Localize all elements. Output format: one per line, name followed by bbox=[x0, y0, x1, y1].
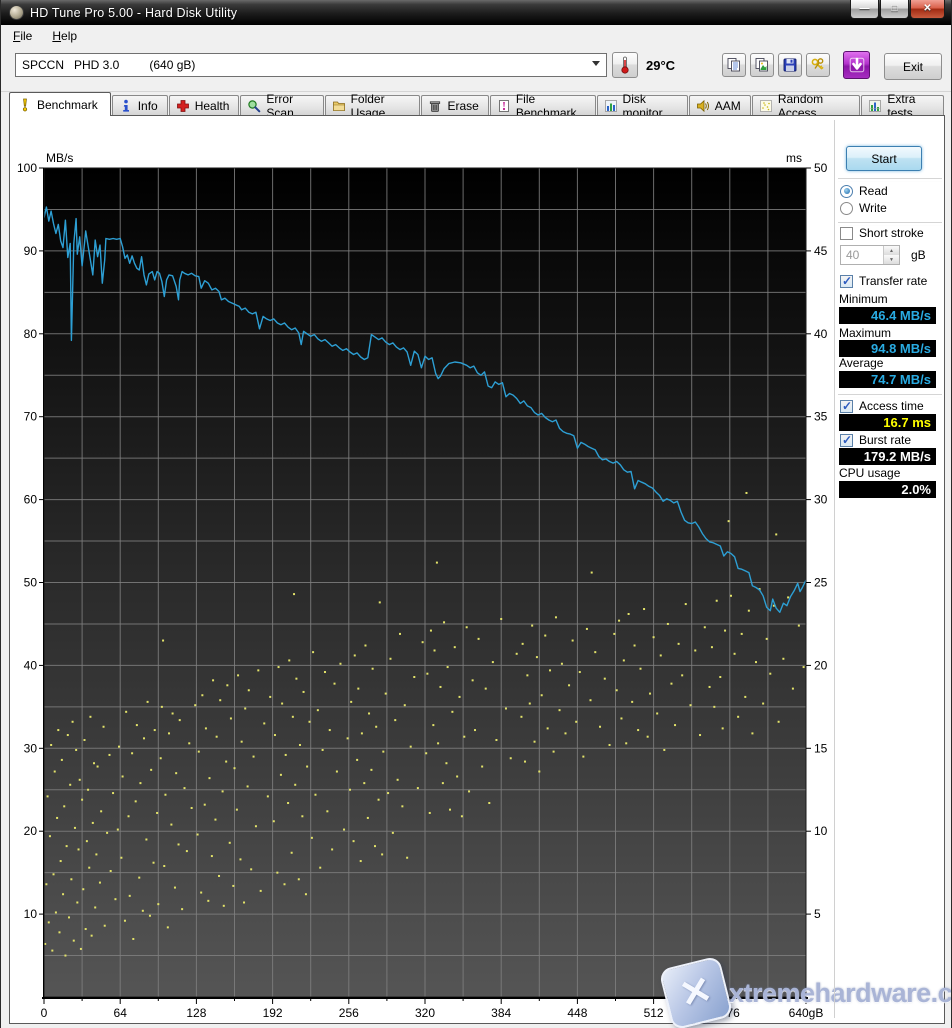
svg-text:80: 80 bbox=[24, 327, 38, 341]
svg-text:50: 50 bbox=[814, 161, 828, 175]
benchmark-exclamation-icon bbox=[22, 98, 28, 111]
separator bbox=[838, 394, 942, 398]
svg-text:320: 320 bbox=[415, 1006, 435, 1020]
svg-text:30: 30 bbox=[24, 741, 38, 755]
read-label: Read bbox=[859, 184, 888, 198]
start-button[interactable]: Start bbox=[846, 146, 922, 171]
burst-rate-row[interactable]: Burst rate bbox=[840, 433, 911, 447]
transfer-rate-label: Transfer rate bbox=[859, 274, 928, 288]
burst-rate-checkbox[interactable] bbox=[840, 433, 853, 447]
svg-text:10: 10 bbox=[24, 907, 38, 921]
average-label: Average bbox=[839, 356, 884, 370]
svg-text:25: 25 bbox=[814, 576, 828, 590]
svg-text:MB/s: MB/s bbox=[46, 151, 73, 165]
maximum-value: 94.8 MB/s bbox=[839, 340, 936, 357]
transfer-rate-row[interactable]: Transfer rate bbox=[840, 274, 927, 288]
svg-text:50: 50 bbox=[24, 576, 38, 590]
short-stroke-value: 40 bbox=[846, 248, 860, 262]
svg-text:30: 30 bbox=[814, 493, 828, 507]
svg-text:10: 10 bbox=[814, 824, 828, 838]
svg-text:128: 128 bbox=[186, 1006, 206, 1020]
svg-text:45: 45 bbox=[814, 244, 828, 258]
svg-text:512: 512 bbox=[644, 1006, 664, 1020]
separator bbox=[838, 178, 942, 182]
svg-text:384: 384 bbox=[491, 1006, 511, 1020]
svg-text:640gB: 640gB bbox=[789, 1006, 824, 1020]
short-stroke-checkbox[interactable] bbox=[840, 226, 853, 240]
read-radio[interactable] bbox=[840, 184, 853, 198]
average-value: 74.7 MB/s bbox=[839, 371, 936, 388]
svg-text:20: 20 bbox=[814, 658, 828, 672]
minimum-label: Minimum bbox=[839, 292, 888, 306]
svg-text:20: 20 bbox=[24, 824, 38, 838]
svg-text:64: 64 bbox=[114, 1006, 128, 1020]
access-time-value: 16.7 ms bbox=[839, 414, 936, 431]
svg-text:256: 256 bbox=[339, 1006, 359, 1020]
svg-text:40: 40 bbox=[24, 658, 38, 672]
svg-text:60: 60 bbox=[24, 493, 38, 507]
transfer-rate-checkbox[interactable] bbox=[840, 274, 853, 288]
benchmark-chart: 10 20 30 40 50 60 70 80 90 100 5 10 15 20 25 30 35 40 45 50… bbox=[17, 151, 828, 1020]
cpu-usage-value: 2.0% bbox=[839, 481, 936, 498]
tab-benchmark[interactable]: Benchmark bbox=[9, 92, 111, 116]
access-time-label: Access time bbox=[859, 399, 924, 413]
short-stroke-spinner[interactable]: 40 ▲ ▼ bbox=[840, 245, 900, 265]
svg-text:192: 192 bbox=[263, 1006, 283, 1020]
svg-text:0: 0 bbox=[41, 1006, 48, 1020]
benchmark-control-panel: Start Read Write Short stroke 40 ▲ ▼ gB … bbox=[835, 122, 945, 1012]
write-label: Write bbox=[859, 201, 887, 215]
svg-text:35: 35 bbox=[814, 410, 828, 424]
app-window: HD Tune Pro 5.00 - Hard Disk Utility — □… bbox=[0, 0, 952, 1028]
cpu-usage-label: CPU usage bbox=[839, 466, 901, 480]
access-time-checkbox[interactable] bbox=[840, 399, 853, 413]
svg-text:576: 576 bbox=[720, 1006, 740, 1020]
burst-rate-value: 179.2 MB/s bbox=[839, 448, 936, 465]
svg-text:15: 15 bbox=[814, 741, 828, 755]
spinner-up-icon[interactable]: ▲ bbox=[884, 246, 899, 255]
svg-text:100: 100 bbox=[17, 161, 37, 175]
svg-text:ms: ms bbox=[786, 151, 802, 165]
access-time-row[interactable]: Access time bbox=[840, 399, 924, 413]
svg-text:90: 90 bbox=[24, 244, 38, 258]
write-radio-row[interactable]: Write bbox=[840, 201, 887, 215]
spinner-down-icon[interactable]: ▼ bbox=[884, 255, 899, 264]
gb-unit-label: gB bbox=[911, 248, 926, 262]
maximum-label: Maximum bbox=[839, 326, 892, 340]
svg-text:448: 448 bbox=[567, 1006, 587, 1020]
minimum-value: 46.4 MB/s bbox=[839, 307, 936, 324]
burst-rate-label: Burst rate bbox=[859, 433, 912, 447]
svg-text:70: 70 bbox=[24, 410, 38, 424]
short-stroke-row[interactable]: Short stroke bbox=[840, 226, 924, 240]
svg-text:40: 40 bbox=[814, 327, 828, 341]
svg-text:5: 5 bbox=[814, 907, 821, 921]
short-stroke-label: Short stroke bbox=[859, 226, 924, 240]
write-radio[interactable] bbox=[840, 201, 853, 215]
read-radio-row[interactable]: Read bbox=[840, 184, 888, 198]
